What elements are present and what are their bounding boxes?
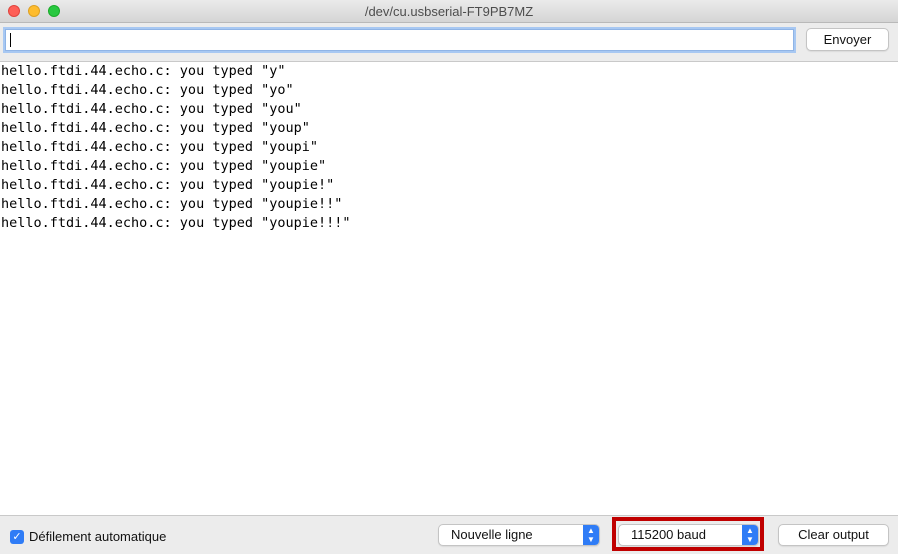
output-line: hello.ftdi.44.echo.c: you typed "youpie!… xyxy=(1,196,343,212)
serial-output[interactable]: hello.ftdi.44.echo.c: you typed "y" hell… xyxy=(0,61,898,516)
autoscroll-checkbox[interactable]: ✓ xyxy=(10,530,24,544)
output-line: hello.ftdi.44.echo.c: you typed "y" xyxy=(1,63,286,79)
title-bar: /dev/cu.usbserial-FT9PB7MZ xyxy=(0,0,898,23)
up-down-chevron-icon: ▲ ▼ xyxy=(742,525,758,545)
output-line: hello.ftdi.44.echo.c: you typed "youpie!… xyxy=(1,215,351,231)
line-ending-select[interactable]: Nouvelle ligne ▲ ▼ xyxy=(438,524,600,546)
baud-rate-select[interactable]: 115200 baud ▲ ▼ xyxy=(618,524,759,546)
output-line: hello.ftdi.44.echo.c: you typed "youp" xyxy=(1,120,310,136)
send-input[interactable] xyxy=(5,29,794,51)
line-ending-value: Nouvelle ligne xyxy=(451,527,533,542)
check-icon: ✓ xyxy=(12,531,22,543)
output-line: hello.ftdi.44.echo.c: you typed "you" xyxy=(1,101,302,117)
send-button[interactable]: Envoyer xyxy=(806,28,889,51)
up-down-chevron-icon: ▲ ▼ xyxy=(583,525,599,545)
autoscroll-label[interactable]: Défilement automatique xyxy=(29,529,166,544)
output-line: hello.ftdi.44.echo.c: you typed "youpie!… xyxy=(1,177,335,193)
output-line: hello.ftdi.44.echo.c: you typed "youpi" xyxy=(1,139,318,155)
output-line: hello.ftdi.44.echo.c: you typed "youpie" xyxy=(1,158,327,174)
window-title: /dev/cu.usbserial-FT9PB7MZ xyxy=(364,4,534,19)
output-line: hello.ftdi.44.echo.c: you typed "yo" xyxy=(1,82,294,98)
send-toolbar: Envoyer xyxy=(0,23,898,60)
status-footer: ✓ Défilement automatique Nouvelle ligne … xyxy=(0,517,898,554)
baud-rate-value: 115200 baud xyxy=(631,527,706,542)
clear-output-button[interactable]: Clear output xyxy=(778,524,889,546)
text-caret xyxy=(10,33,11,47)
